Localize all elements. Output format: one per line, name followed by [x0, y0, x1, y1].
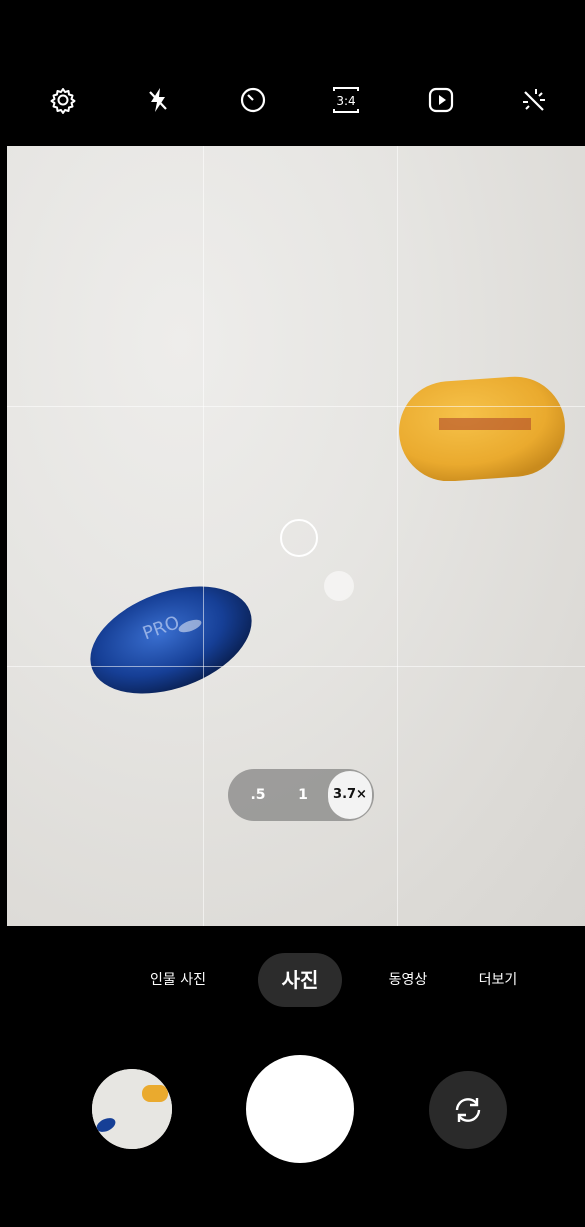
blue-capsule: PRO	[85, 576, 257, 696]
switch-camera-icon	[455, 1098, 481, 1122]
filter-effects-icon[interactable]	[514, 80, 554, 120]
zoom-option-0-5[interactable]: .5	[238, 769, 278, 821]
grid-line	[7, 666, 585, 667]
mode-more[interactable]: 더보기	[466, 950, 530, 1010]
aspect-ratio-icon[interactable]: 3:4	[326, 80, 366, 120]
grid-line	[7, 406, 585, 407]
top-toolbar: 3:4	[0, 0, 585, 146]
camera-mode-selector: 인물 사진 사진 동영상 더보기	[0, 950, 585, 1010]
focus-ring	[280, 519, 318, 557]
mode-portrait[interactable]: 인물 사진	[138, 950, 218, 1010]
motion-photo-icon[interactable]	[421, 80, 461, 120]
settings-icon[interactable]	[43, 80, 83, 120]
level-indicator	[324, 571, 354, 601]
shutter-button[interactable]	[246, 1055, 354, 1163]
flash-off-icon[interactable]	[138, 80, 178, 120]
zoom-selector: .5 1 3.7×	[228, 769, 374, 821]
aspect-ratio-label: 3:4	[336, 94, 355, 108]
zoom-option-active[interactable]: 3.7×	[328, 771, 372, 819]
mode-photo[interactable]: 사진	[258, 953, 342, 1007]
mode-video[interactable]: 동영상	[376, 950, 440, 1010]
camera-viewfinder[interactable]: PRO .5 1 3.7×	[7, 146, 585, 926]
grid-line	[397, 146, 398, 926]
timer-icon[interactable]	[233, 80, 273, 120]
switch-camera-button[interactable]	[429, 1071, 507, 1149]
zoom-option-1[interactable]: 1	[283, 769, 323, 821]
gallery-thumbnail[interactable]	[92, 1069, 172, 1149]
yellow-pill	[395, 373, 569, 482]
grid-line	[203, 146, 204, 926]
